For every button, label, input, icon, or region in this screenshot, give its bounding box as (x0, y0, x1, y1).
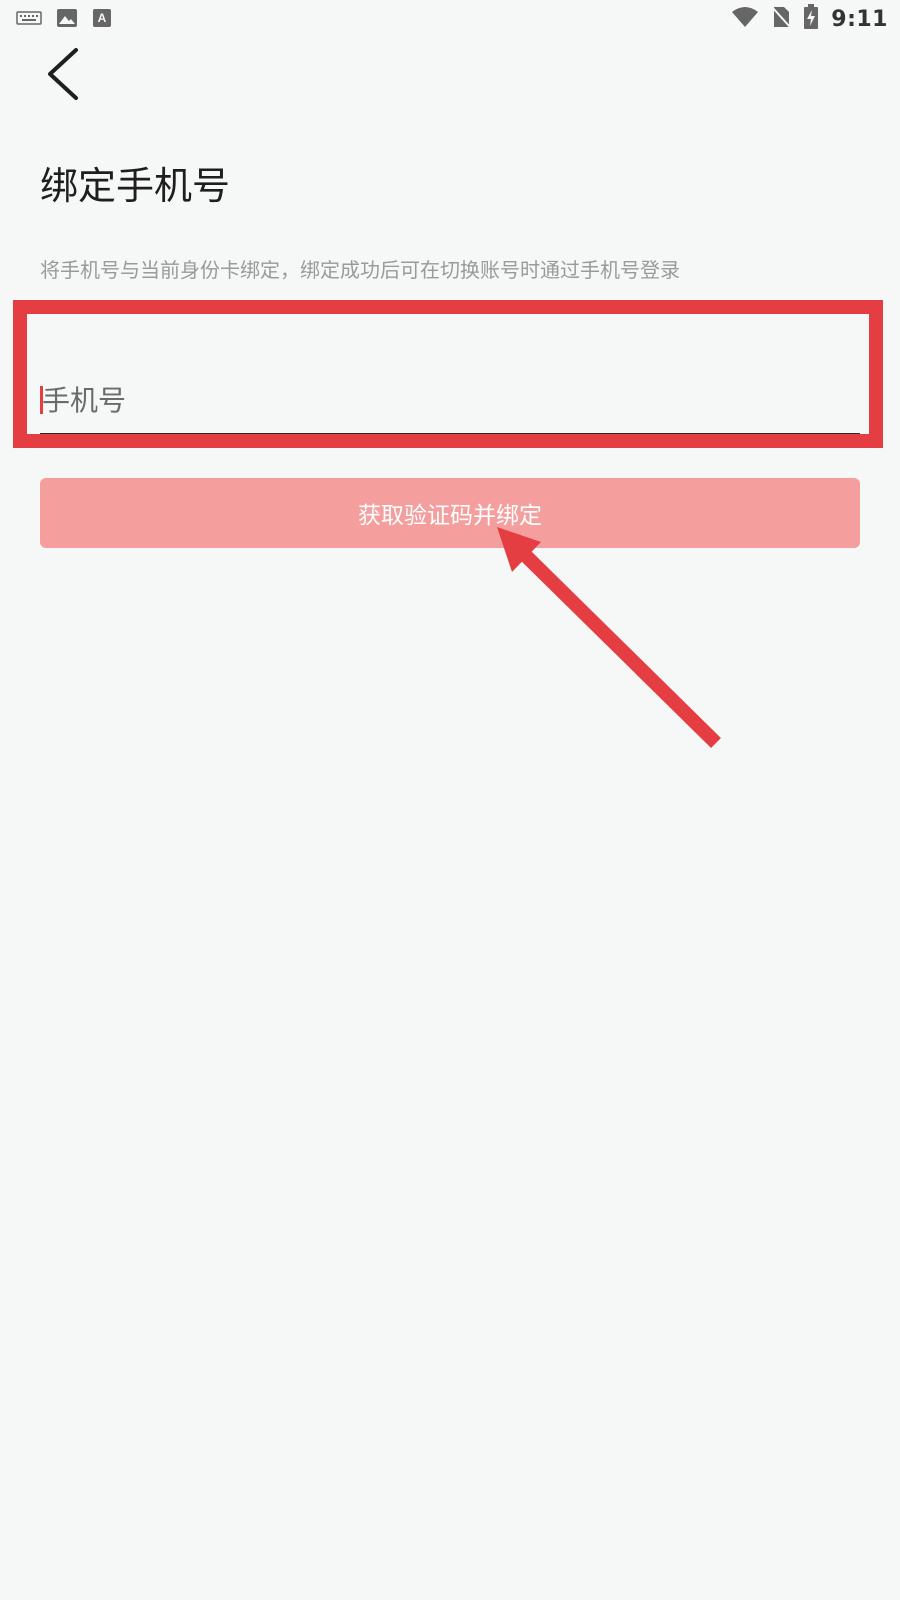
text-a-icon: A (92, 8, 112, 32)
chevron-left-icon (40, 46, 80, 106)
phone-input[interactable] (40, 370, 860, 430)
page-title: 绑定手机号 (40, 164, 231, 208)
page-description: 将手机号与当前身份卡绑定，绑定成功后可在切换账号时通过手机号登录 (40, 258, 680, 282)
status-bar: A 9:11 (0, 0, 900, 36)
svg-text:A: A (98, 11, 107, 25)
wifi-icon (731, 6, 759, 32)
submit-button-label: 获取验证码并绑定 (358, 502, 542, 528)
back-button[interactable] (40, 46, 100, 106)
phone-field[interactable] (40, 370, 860, 436)
text-caret (40, 386, 43, 414)
get-code-and-bind-button[interactable]: 获取验证码并绑定 (40, 478, 860, 548)
status-right-icons: 9:11 (731, 4, 888, 34)
battery-charging-icon (803, 4, 819, 34)
status-time: 9:11 (831, 6, 888, 32)
no-sim-icon (771, 5, 792, 33)
image-icon (56, 8, 78, 32)
status-left-icons: A (16, 8, 112, 32)
keyboard-icon (16, 10, 42, 30)
